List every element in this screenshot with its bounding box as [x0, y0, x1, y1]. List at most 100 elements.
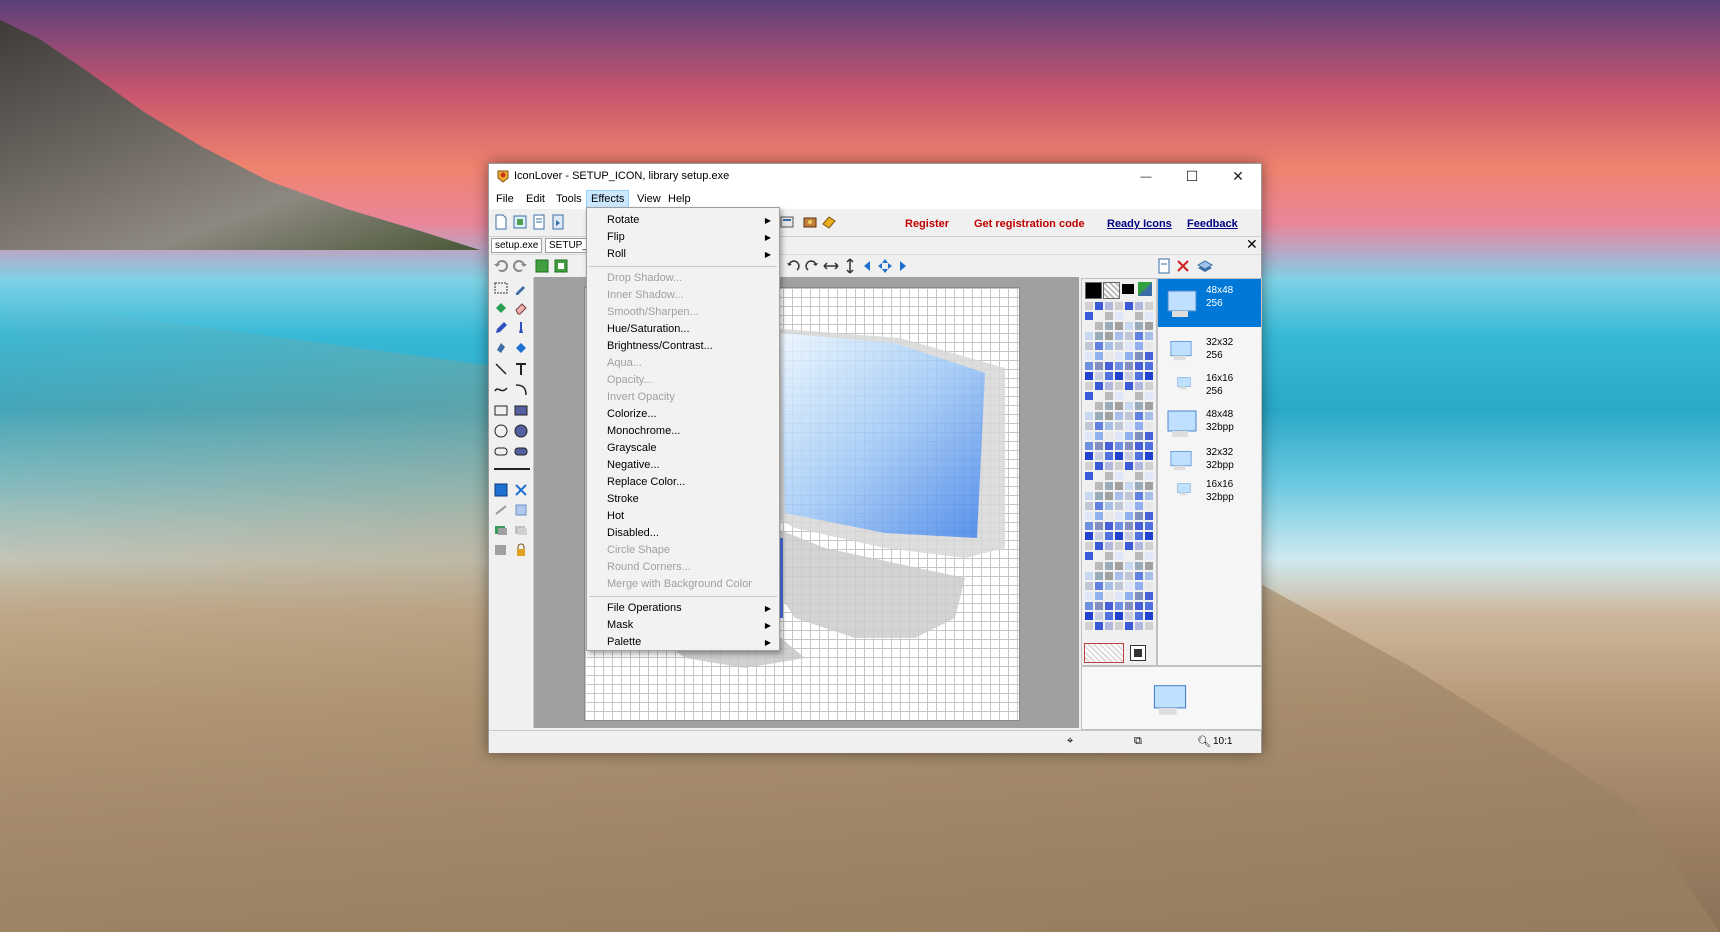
line-icon[interactable] [493, 361, 509, 377]
palette-swatch[interactable] [1124, 501, 1134, 511]
palette-swatch[interactable] [1104, 581, 1114, 591]
palette-swatch[interactable] [1104, 481, 1114, 491]
palette-swatch[interactable] [1104, 451, 1114, 461]
effects-menu-item[interactable]: Palette ▶ [587, 634, 779, 651]
palette-swatch[interactable] [1144, 351, 1154, 361]
palette-swatch[interactable] [1084, 421, 1094, 431]
palette-swatch[interactable] [1124, 591, 1134, 601]
palette-swatch[interactable] [1134, 511, 1144, 521]
palette-swatch[interactable] [1134, 591, 1144, 601]
palette-swatch[interactable] [1114, 621, 1124, 631]
effects-menu-item[interactable]: Rotate ▶ [587, 212, 779, 229]
effects-menu-item[interactable]: Replace Color... [587, 474, 779, 491]
palette-swatch[interactable] [1094, 541, 1104, 551]
palette-swatch[interactable] [1104, 371, 1114, 381]
palette-swatch[interactable] [1114, 311, 1124, 321]
effects-menu-item[interactable]: Monochrome... [587, 423, 779, 440]
palette-swatch[interactable] [1134, 501, 1144, 511]
palette-swatch[interactable] [1114, 551, 1124, 561]
transparent-color-swatch[interactable] [1103, 282, 1120, 299]
palette-swatch[interactable] [1114, 611, 1124, 621]
palette-swatch[interactable] [1124, 421, 1134, 431]
palette-swatch[interactable] [1134, 611, 1144, 621]
properties-icon[interactable] [779, 214, 795, 230]
palette-swatch[interactable] [1084, 581, 1094, 591]
redo-icon[interactable] [512, 258, 528, 274]
palette-swatch[interactable] [1124, 471, 1134, 481]
palette-swatch[interactable] [1104, 521, 1114, 531]
palette-swatch[interactable] [1134, 431, 1144, 441]
tab-library[interactable]: setup.exe [491, 238, 543, 253]
palette-swatch[interactable] [1134, 601, 1144, 611]
new-file-icon[interactable] [493, 214, 509, 230]
palette-swatch[interactable] [1124, 601, 1134, 611]
effects-menu-item[interactable]: Flip ▶ [587, 229, 779, 246]
title-bar[interactable]: IconLover - SETUP_ICON, library setup.ex… [489, 164, 1261, 189]
palette-swatch[interactable] [1084, 541, 1094, 551]
close-button[interactable]: ✕ [1215, 164, 1261, 189]
palette-swatch[interactable] [1084, 611, 1094, 621]
palette-swatch[interactable] [1104, 561, 1114, 571]
effects-menu-item[interactable]: Colorize... [587, 406, 779, 423]
palette-swatch[interactable] [1124, 531, 1134, 541]
palette-swatch[interactable] [1114, 451, 1124, 461]
effects-menu-item[interactable]: Hot [587, 508, 779, 525]
palette-swatch[interactable] [1104, 441, 1114, 451]
palette-swatch[interactable] [1114, 331, 1124, 341]
palette-swatch[interactable] [1134, 401, 1144, 411]
transparent-selector[interactable] [1084, 643, 1124, 663]
color-replace-icon[interactable] [513, 340, 529, 356]
register-key-icon[interactable] [821, 214, 837, 230]
eraser-icon[interactable] [513, 300, 529, 316]
palette-swatch[interactable] [1144, 611, 1154, 621]
menu-help[interactable]: Help [664, 191, 695, 207]
close-document-icon[interactable]: ✕ [1246, 237, 1258, 251]
ready-icons-link[interactable]: Ready Icons [1107, 218, 1172, 230]
palette-swatch[interactable] [1104, 411, 1114, 421]
transparency-icon[interactable] [513, 502, 529, 518]
palette-swatch[interactable] [1114, 321, 1124, 331]
text-icon[interactable] [513, 361, 529, 377]
palette-swatch[interactable] [1134, 471, 1144, 481]
effects-menu-item[interactable]: Grayscale [587, 440, 779, 457]
palette-swatch[interactable] [1144, 541, 1154, 551]
palette-swatch[interactable] [1144, 421, 1154, 431]
rect-select-icon[interactable] [493, 280, 509, 296]
palette-swatch[interactable] [1134, 321, 1144, 331]
palette-swatch[interactable] [1124, 541, 1134, 551]
palette-swatch[interactable] [1134, 461, 1144, 471]
palette-swatch[interactable] [1144, 401, 1154, 411]
layers-icon[interactable] [1197, 258, 1213, 274]
flip-vertical-icon[interactable] [842, 258, 858, 274]
palette-swatch[interactable] [1134, 381, 1144, 391]
rotate-right-icon[interactable] [804, 258, 820, 274]
palette-swatch[interactable] [1144, 521, 1154, 531]
palette-swatch[interactable] [1124, 321, 1134, 331]
layer-down-icon[interactable] [513, 522, 529, 538]
palette-swatch[interactable] [1144, 511, 1154, 521]
palette-swatch[interactable] [1084, 391, 1094, 401]
palette-swatch[interactable] [1094, 511, 1104, 521]
palette-swatch[interactable] [1084, 311, 1094, 321]
palette-swatch[interactable] [1134, 301, 1144, 311]
palette-swatch[interactable] [1114, 351, 1124, 361]
palette-swatch[interactable] [1094, 501, 1104, 511]
palette-swatch[interactable] [1144, 361, 1154, 371]
palette-swatch[interactable] [1084, 331, 1094, 341]
palette-swatch[interactable] [1104, 431, 1114, 441]
effects-menu-item[interactable]: Stroke [587, 491, 779, 508]
palette-swatch[interactable] [1084, 381, 1094, 391]
menu-tools[interactable]: Tools [552, 191, 586, 207]
palette-swatch[interactable] [1084, 351, 1094, 361]
palette-swatch[interactable] [1104, 391, 1114, 401]
palette-swatch[interactable] [1124, 521, 1134, 531]
palette-swatch[interactable] [1104, 491, 1114, 501]
palette-swatch[interactable] [1094, 461, 1104, 471]
palette-swatch[interactable] [1094, 601, 1104, 611]
curve-icon[interactable] [493, 381, 509, 397]
filled-ellipse-icon[interactable] [513, 423, 529, 439]
palette-swatch[interactable] [1084, 371, 1094, 381]
palette-swatch[interactable] [1094, 581, 1104, 591]
antialias-icon[interactable] [493, 502, 509, 518]
palette-swatch[interactable] [1114, 501, 1124, 511]
